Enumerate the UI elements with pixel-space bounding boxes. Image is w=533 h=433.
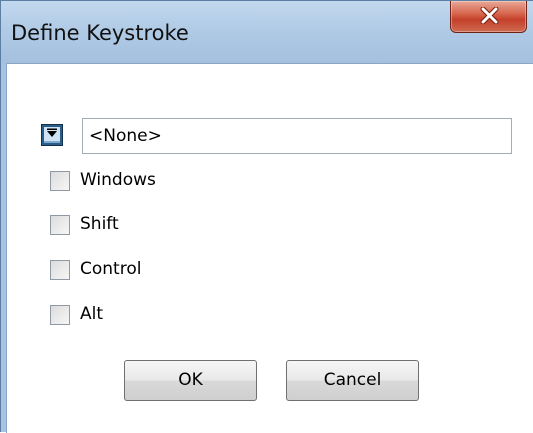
keyboard-key-icon[interactable] [41,124,63,146]
dialog-window: Define Keystroke <None> Windows Shift Co… [0,0,533,433]
close-icon [480,7,499,24]
alt-label: Alt [80,304,104,324]
alt-checkbox[interactable] [50,305,70,325]
windows-checkbox[interactable] [50,171,70,191]
title-bar[interactable]: Define Keystroke [1,1,533,63]
ok-button[interactable]: OK [124,360,257,401]
shift-checkbox[interactable] [50,215,70,235]
key-field[interactable]: <None> [82,118,512,154]
window-title: Define Keystroke [11,21,189,45]
shift-label: Shift [80,214,119,234]
close-button[interactable] [450,1,527,33]
control-checkbox[interactable] [50,260,70,280]
cancel-button[interactable]: Cancel [286,360,419,401]
windows-label: Windows [80,170,156,190]
dialog-content: <None> Windows Shift Control Alt OK Canc… [6,63,533,433]
control-label: Control [80,259,142,279]
